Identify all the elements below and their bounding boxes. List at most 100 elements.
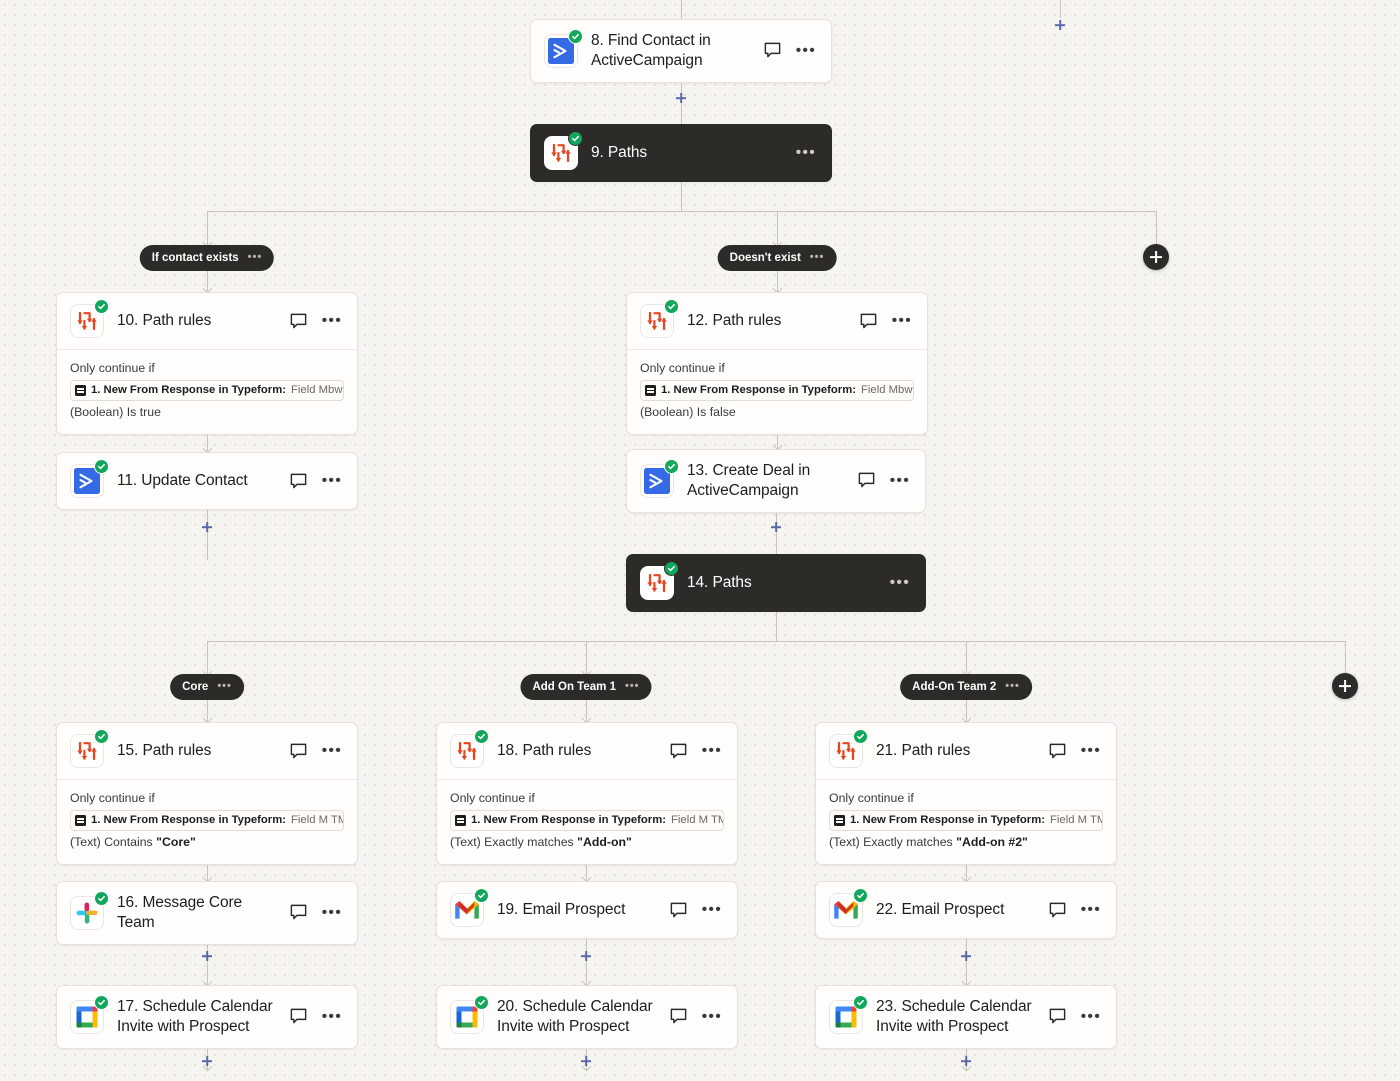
add-step-top[interactable] — [1053, 18, 1067, 32]
step-options-icon[interactable]: ••• — [892, 313, 912, 328]
rule-field-token[interactable]: 1. New From Response in Typeform: Field M… — [829, 810, 1103, 832]
branch-options-icon[interactable]: ••• — [248, 251, 263, 263]
step-header[interactable]: 21. Path rules ••• — [816, 723, 1116, 779]
rule-field-token[interactable]: 1. New From Response in Typeform: Field M… — [640, 380, 914, 402]
step-header[interactable]: 10. Path rules ••• — [57, 293, 357, 349]
step-15-card[interactable]: 15. Path rules ••• Only continue if 1. New … — [56, 722, 358, 865]
add-step-16-17[interactable] — [200, 949, 214, 963]
comment-icon[interactable] — [289, 312, 308, 331]
step-options-icon[interactable]: ••• — [890, 575, 910, 590]
comment-icon[interactable] — [289, 1007, 308, 1026]
step-options-icon[interactable]: ••• — [796, 145, 816, 160]
step-options-icon[interactable]: ••• — [702, 743, 722, 758]
add-step-8-9[interactable] — [674, 91, 688, 105]
comment-icon[interactable] — [289, 742, 308, 761]
comment-icon[interactable] — [1048, 742, 1067, 761]
step-17-card[interactable]: 17. Schedule Calendar Invite with Prospe… — [56, 985, 358, 1049]
add-step-11-end[interactable] — [200, 520, 214, 534]
rule-condition-prefix: (Boolean) Is true — [70, 405, 161, 420]
step-13-card[interactable]: 13. Create Deal in ActiveCampaign ••• — [626, 449, 926, 513]
comment-icon[interactable] — [1048, 901, 1067, 920]
connector-line — [681, 0, 682, 19]
step-19-card[interactable]: 19. Email Prospect ••• — [436, 881, 738, 939]
step-header[interactable]: 9. Paths ••• — [531, 125, 831, 181]
workflow-canvas[interactable]: If contact exists ••• Doesn't exist ••• Core… — [0, 0, 1400, 1081]
branch-options-icon[interactable]: ••• — [1005, 680, 1020, 692]
branch-options-icon[interactable]: ••• — [625, 680, 640, 692]
add-step-13-14[interactable] — [769, 520, 783, 534]
branch-options-icon[interactable]: ••• — [217, 680, 232, 692]
add-branch-paths-14[interactable] — [1332, 673, 1358, 699]
step-header[interactable]: 11. Update Contact ••• — [57, 453, 357, 509]
add-step-22-23[interactable] — [959, 949, 973, 963]
step-11-card[interactable]: 11. Update Contact ••• — [56, 452, 358, 510]
rule-field-token[interactable]: 1. New From Response in Typeform: Field M… — [70, 380, 344, 402]
step-options-icon[interactable]: ••• — [1081, 743, 1101, 758]
rule-condition-prefix: (Text) Exactly matches — [829, 835, 957, 850]
step-header[interactable]: 16. Message Core Team ••• — [57, 882, 357, 944]
comment-icon[interactable] — [289, 903, 308, 922]
step-options-icon[interactable]: ••• — [890, 473, 910, 488]
step-header[interactable]: 22. Email Prospect ••• — [816, 882, 1116, 938]
step-header[interactable]: 20. Schedule Calendar Invite with Prospe… — [437, 986, 737, 1048]
add-branch-paths-9[interactable] — [1143, 244, 1169, 270]
comment-icon[interactable] — [857, 471, 876, 490]
comment-icon[interactable] — [1048, 1007, 1067, 1026]
step-options-icon[interactable]: ••• — [702, 1009, 722, 1024]
step-header[interactable]: 12. Path rules ••• — [627, 293, 927, 349]
step-options-icon[interactable]: ••• — [322, 1009, 342, 1024]
step-18-card[interactable]: 18. Path rules ••• Only continue if 1. New … — [436, 722, 738, 865]
step-options-icon[interactable]: ••• — [322, 743, 342, 758]
step-options-icon[interactable]: ••• — [796, 43, 816, 58]
branch-options-icon[interactable]: ••• — [810, 251, 825, 263]
step-options-icon[interactable]: ••• — [1081, 902, 1101, 917]
add-step-17-end[interactable] — [200, 1054, 214, 1068]
branch-add-on-team-1[interactable]: Add On Team 1 ••• — [520, 674, 652, 700]
step-actions: ••• — [669, 742, 724, 761]
comment-icon[interactable] — [669, 742, 688, 761]
step-header[interactable]: 19. Email Prospect ••• — [437, 882, 737, 938]
step-12-card[interactable]: 12. Path rules ••• Only continue if 1. New … — [626, 292, 928, 435]
comment-icon[interactable] — [763, 41, 782, 60]
step-9-card[interactable]: 9. Paths ••• — [530, 124, 832, 182]
branch-add-on-team-2[interactable]: Add-On Team 2 ••• — [900, 674, 1032, 700]
step-header[interactable]: 14. Paths ••• — [627, 555, 925, 611]
step-16-card[interactable]: 16. Message Core Team ••• — [56, 881, 358, 945]
comment-icon[interactable] — [669, 1007, 688, 1026]
step-options-icon[interactable]: ••• — [702, 902, 722, 917]
comment-icon[interactable] — [669, 901, 688, 920]
rule-lead-text: Only continue if — [70, 791, 155, 805]
step-options-icon[interactable]: ••• — [1081, 1009, 1101, 1024]
rule-lead-text: Only continue if — [829, 791, 914, 805]
rule-field-token[interactable]: 1. New From Response in Typeform: Field M… — [70, 810, 344, 832]
step-20-card[interactable]: 20. Schedule Calendar Invite with Prospe… — [436, 985, 738, 1049]
add-step-20-end[interactable] — [579, 1054, 593, 1068]
comment-icon[interactable] — [859, 312, 878, 331]
step-23-card[interactable]: 23. Schedule Calendar Invite with Prospe… — [815, 985, 1117, 1049]
step-header[interactable]: 8. Find Contact in ActiveCampaign ••• — [531, 20, 831, 82]
step-21-card[interactable]: 21. Path rules ••• Only continue if 1. New … — [815, 722, 1117, 865]
step-header[interactable]: 13. Create Deal in ActiveCampaign ••• — [627, 450, 925, 512]
step-app-icon — [640, 561, 679, 600]
rule-field-token[interactable]: 1. New From Response in Typeform: Field M… — [450, 810, 724, 832]
step-8-card[interactable]: 8. Find Contact in ActiveCampaign ••• — [530, 19, 832, 83]
status-success-badge — [664, 561, 679, 576]
step-10-card[interactable]: 10. Path rules ••• Only continue if 1. New … — [56, 292, 358, 435]
add-step-19-20[interactable] — [579, 949, 593, 963]
comment-icon[interactable] — [289, 472, 308, 491]
add-step-23-end[interactable] — [959, 1054, 973, 1068]
step-header[interactable]: 18. Path rules ••• — [437, 723, 737, 779]
step-options-icon[interactable]: ••• — [322, 313, 342, 328]
step-options-icon[interactable]: ••• — [322, 473, 342, 488]
status-success-badge — [853, 888, 868, 903]
path-rule-body: Only continue if 1. New From Response in … — [57, 779, 357, 864]
step-header[interactable]: 23. Schedule Calendar Invite with Prospe… — [816, 986, 1116, 1048]
step-header[interactable]: 15. Path rules ••• — [57, 723, 357, 779]
step-22-card[interactable]: 22. Email Prospect ••• — [815, 881, 1117, 939]
step-14-card[interactable]: 14. Paths ••• — [626, 554, 926, 612]
step-options-icon[interactable]: ••• — [322, 905, 342, 920]
branch-doesnt-exist[interactable]: Doesn't exist ••• — [717, 245, 837, 271]
branch-if-contact-exists[interactable]: If contact exists ••• — [139, 245, 275, 271]
branch-core[interactable]: Core ••• — [170, 674, 244, 700]
step-header[interactable]: 17. Schedule Calendar Invite with Prospe… — [57, 986, 357, 1048]
